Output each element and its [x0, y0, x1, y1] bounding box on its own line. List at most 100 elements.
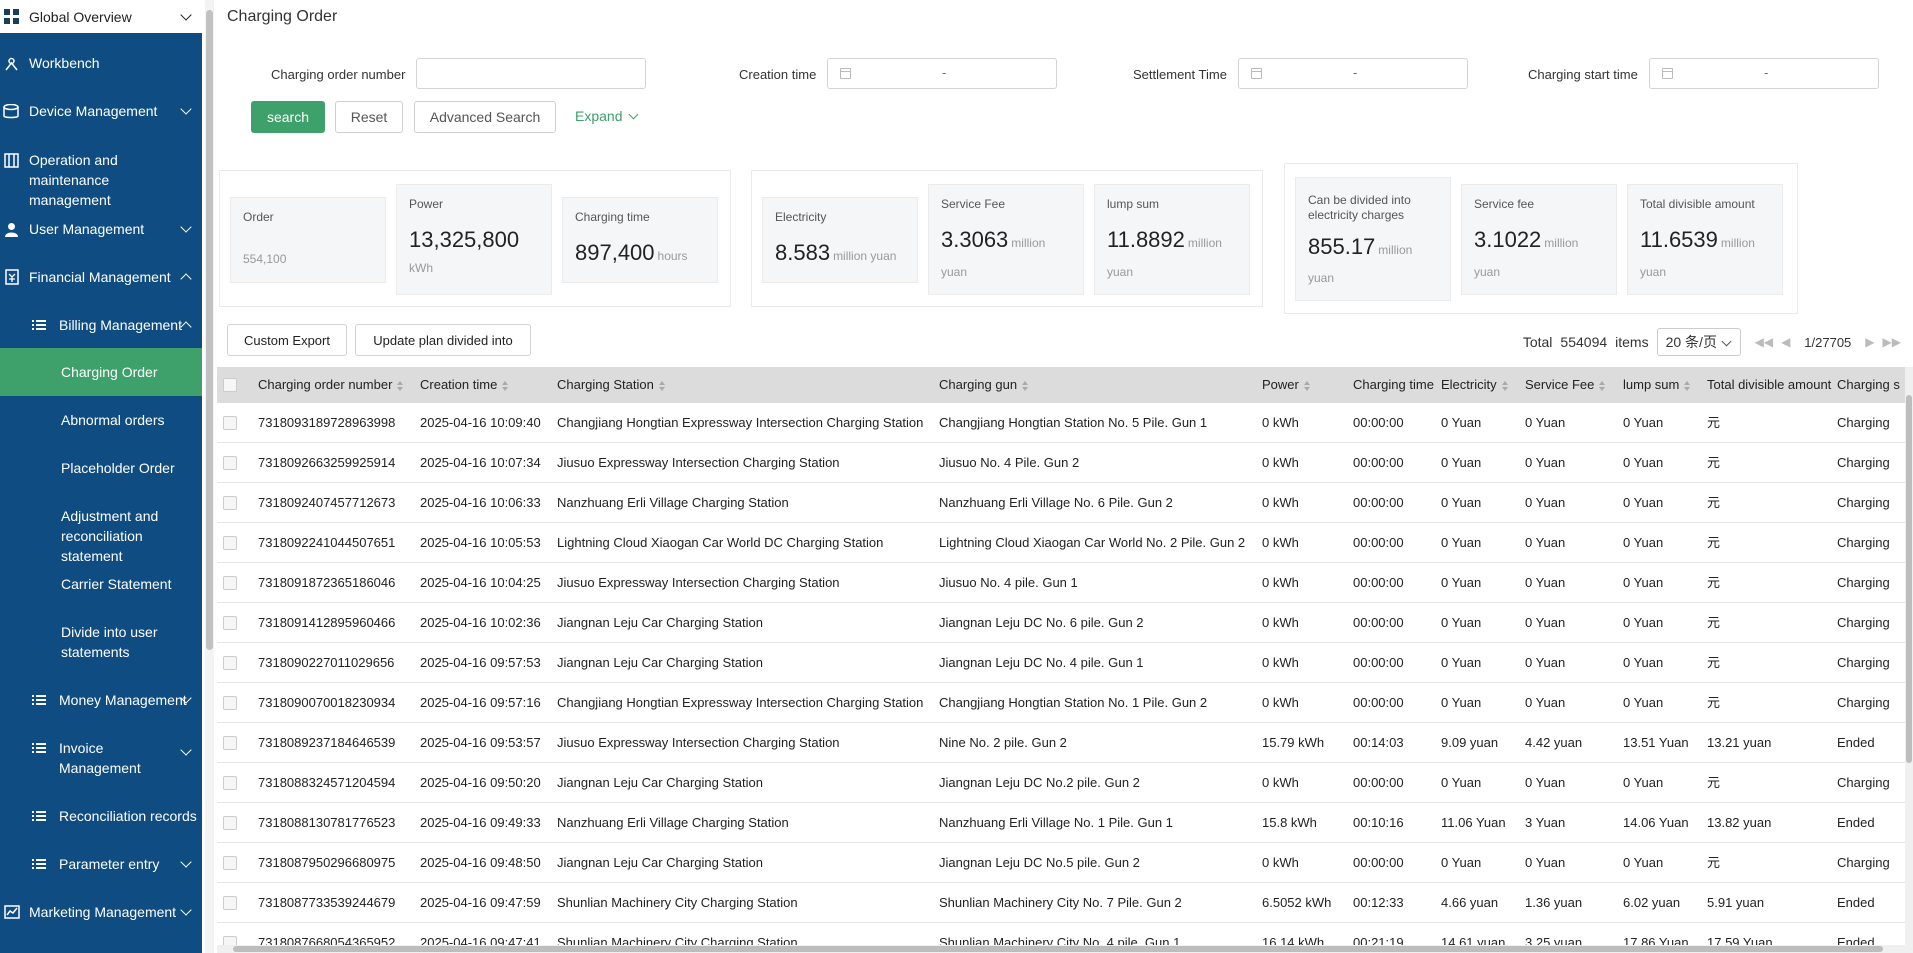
sidebar-item-carrier-statement[interactable]: Carrier Statement	[0, 574, 202, 594]
cell-charging-time: 00:00:00	[1353, 575, 1404, 590]
next-page-icon[interactable]: ▶	[1865, 335, 1874, 349]
cell-status: Charging	[1837, 575, 1890, 590]
row-checkbox[interactable]	[223, 776, 237, 790]
row-checkbox[interactable]	[223, 736, 237, 750]
sidebar-item-global-overview[interactable]: Global Overview	[0, 0, 202, 33]
sidebar-item-money-management[interactable]: Money Management	[0, 690, 202, 710]
row-checkbox[interactable]	[223, 696, 237, 710]
sidebar-item-marketing-management[interactable]: Marketing Management	[0, 902, 202, 922]
table-row[interactable]: 7318088324571204594 2025-04-16 09:50:20 Ji…	[217, 763, 1905, 803]
horizontal-scrollbar[interactable]	[217, 945, 1905, 953]
cell-power: 15.79 kWh	[1262, 735, 1325, 750]
table-row[interactable]: 7318090070018230934 2025-04-16 09:57:16 Ch…	[217, 683, 1905, 723]
reset-button[interactable]: Reset	[335, 101, 403, 133]
stat-value: 554,100	[243, 252, 287, 266]
sidebar-item-label: Reconciliation records	[59, 808, 197, 824]
custom-export-button[interactable]: Custom Export	[227, 324, 347, 356]
cell-order-no: 7318087950296680975	[258, 855, 396, 870]
sort-icon	[1303, 380, 1310, 391]
order-number-input[interactable]	[416, 58, 646, 89]
row-checkbox[interactable]	[223, 416, 237, 430]
scrollbar-thumb[interactable]	[206, 10, 213, 650]
sidebar-item-billing-management[interactable]: Billing Management	[0, 315, 202, 335]
table-row[interactable]: 7318087733539244679 2025-04-16 09:47:59 Sh…	[217, 883, 1905, 923]
sidebar-scrollbar[interactable]	[205, 0, 214, 953]
sidebar-item-reconciliation-records[interactable]: Reconciliation records	[0, 806, 202, 826]
row-checkbox[interactable]	[223, 456, 237, 470]
table-row[interactable]: 7318093189728963998 2025-04-16 10:09:40 Ch…	[217, 403, 1905, 443]
sidebar-item-user-statements[interactable]: Divide into user statements	[0, 622, 202, 662]
advanced-search-button[interactable]: Advanced Search	[414, 101, 556, 133]
sidebar-item-abnormal-orders[interactable]: Abnormal orders	[0, 410, 202, 430]
page-size-select[interactable]: 20 条/页	[1656, 328, 1741, 356]
prev-page-icon[interactable]: ◀	[1781, 335, 1790, 349]
table-row[interactable]: 7318090227011029656 2025-04-16 09:57:53 Ji…	[217, 643, 1905, 683]
row-checkbox[interactable]	[223, 496, 237, 510]
select-all-checkbox[interactable]	[223, 378, 237, 392]
settlement-time-label: Settlement Time	[1133, 67, 1227, 82]
search-button[interactable]: search	[251, 101, 325, 133]
sidebar-item-placeholder-order[interactable]: Placeholder Order	[0, 458, 202, 478]
sidebar-item-workbench[interactable]: Workbench	[0, 53, 202, 73]
update-plan-button[interactable]: Update plan divided into	[355, 324, 531, 356]
col-electricity[interactable]: Electricity	[1441, 367, 1508, 403]
cell-total-divisible: 元	[1707, 495, 1721, 510]
col-service-fee[interactable]: Service Fee	[1525, 367, 1606, 403]
row-checkbox[interactable]	[223, 536, 237, 550]
cell-gun: Nanzhuang Erli Village No. 6 Pile. Gun 2	[939, 495, 1173, 510]
table-row[interactable]: 7318092241044507651 2025-04-16 10:05:53 Li…	[217, 523, 1905, 563]
user-icon	[3, 221, 20, 237]
sidebar-item-device-management[interactable]: Device Management	[0, 101, 202, 121]
col-lump-sum[interactable]: lump sum	[1623, 367, 1691, 403]
row-checkbox[interactable]	[223, 656, 237, 670]
col-station[interactable]: Charging Station	[557, 367, 665, 403]
cell-lump-sum: 0 Yuan	[1623, 455, 1664, 470]
col-gun[interactable]: Charging gun	[939, 367, 1029, 403]
charging-start-range[interactable]: -	[1649, 58, 1879, 89]
table-row[interactable]: 7318091412895960466 2025-04-16 10:02:36 Ji…	[217, 603, 1905, 643]
settlement-time-range[interactable]: -	[1238, 58, 1468, 89]
last-page-icon[interactable]: ▶▶	[1883, 335, 1901, 349]
sidebar-item-user-management[interactable]: User Management	[0, 219, 202, 239]
row-checkbox[interactable]	[223, 856, 237, 870]
table-row[interactable]: 7318089237184646539 2025-04-16 09:53:57 Ji…	[217, 723, 1905, 763]
cell-gun: Jiangnan Leju DC No. 6 pile. Gun 2	[939, 615, 1144, 630]
table-row[interactable]: 7318088130781776523 2025-04-16 09:49:33 Na…	[217, 803, 1905, 843]
stats-group-fees: Electricity 8.583 million yuan Service Fe…	[751, 170, 1263, 307]
sidebar-item-invoice-management[interactable]: Invoice Management	[0, 738, 202, 778]
row-checkbox[interactable]	[223, 576, 237, 590]
table-row[interactable]: 7318092663259925914 2025-04-16 10:07:34 Ji…	[217, 443, 1905, 483]
cell-lump-sum: 0 Yuan	[1623, 495, 1664, 510]
cell-electricity: 11.06 Yuan	[1441, 815, 1506, 830]
sidebar-item-parameter-entry[interactable]: Parameter entry	[0, 854, 202, 874]
row-checkbox[interactable]	[223, 816, 237, 830]
vertical-scrollbar[interactable]	[1905, 367, 1913, 953]
cell-order-no: 7318092663259925914	[258, 455, 396, 470]
sidebar-item-financial-management[interactable]: Financial Management	[0, 267, 202, 287]
col-creation[interactable]: Creation time	[420, 367, 509, 403]
cell-creation: 2025-04-16 10:05:53	[420, 535, 541, 550]
sidebar-item-label: Divide into user statements	[61, 624, 158, 660]
col-power[interactable]: Power	[1262, 367, 1310, 403]
row-checkbox[interactable]	[223, 616, 237, 630]
creation-time-range[interactable]: -	[827, 58, 1057, 89]
row-checkbox[interactable]	[223, 896, 237, 910]
scrollbar-thumb[interactable]	[1906, 395, 1912, 763]
first-page-icon[interactable]: ◀◀	[1755, 335, 1773, 349]
table-row[interactable]: 7318087950296680975 2025-04-16 09:48:50 Ji…	[217, 843, 1905, 883]
chevron-down-icon	[180, 904, 192, 916]
cell-service-fee: 0 Yuan	[1525, 535, 1566, 550]
table-row[interactable]: 7318092407457712673 2025-04-16 10:06:33 Na…	[217, 483, 1905, 523]
col-order-no[interactable]: Charging order number	[258, 367, 404, 403]
sidebar-item-adjustment-statement[interactable]: Adjustment and reconciliation statement	[0, 506, 202, 566]
cell-total-divisible: 元	[1707, 455, 1721, 470]
sidebar-item-operation-maintenance[interactable]: Operation and maintenance management	[0, 150, 202, 210]
sidebar-item-charging-order[interactable]: Charging Order	[0, 348, 202, 396]
table-row[interactable]: 7318091872365186046 2025-04-16 10:04:25 Ji…	[217, 563, 1905, 603]
expand-toggle[interactable]: Expand	[575, 108, 639, 124]
cell-electricity: 0 Yuan	[1441, 455, 1482, 470]
stat-unit: yuan	[1640, 265, 1667, 279]
cell-power: 0 kWh	[1262, 575, 1299, 590]
col-label: Charging gun	[939, 377, 1018, 392]
scrollbar-thumb[interactable]	[233, 946, 1883, 952]
